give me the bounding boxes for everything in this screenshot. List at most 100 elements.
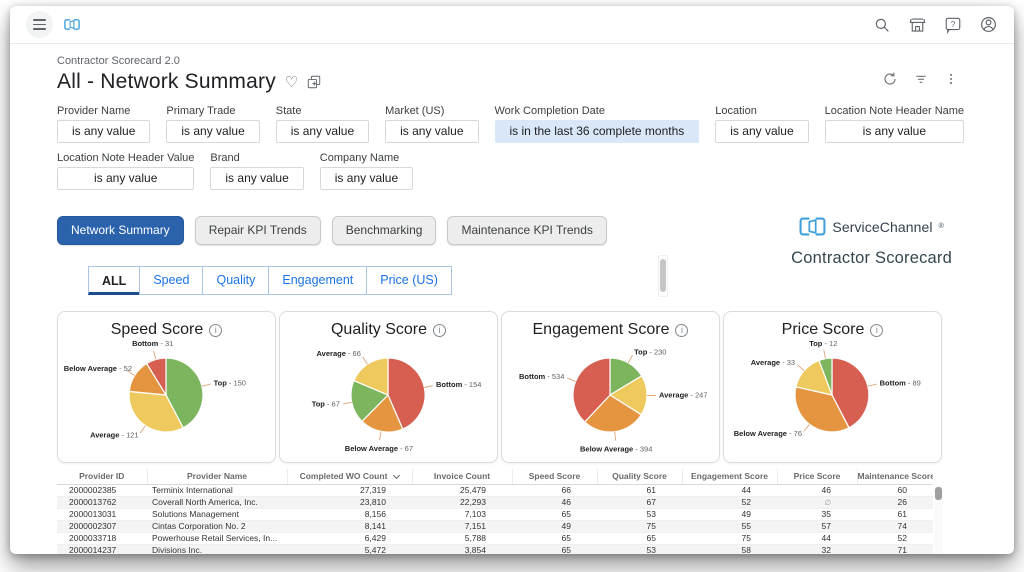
cell-quality-score[interactable]: 67 bbox=[597, 496, 682, 508]
cell-provider-id[interactable]: 2000013031 bbox=[57, 508, 147, 520]
cell-price-score[interactable]: 57 bbox=[777, 520, 857, 532]
column-header-completed-wo-count[interactable]: Completed WO Count bbox=[287, 469, 412, 484]
cell-provider-name[interactable]: Divisions Inc. bbox=[147, 544, 287, 554]
cell-engagement-score[interactable]: 75 bbox=[682, 532, 777, 544]
cell-speed-score[interactable]: 65 bbox=[512, 544, 597, 554]
help-icon[interactable]: ? bbox=[944, 16, 962, 34]
cell-speed-score[interactable]: 46 bbox=[512, 496, 597, 508]
cell-quality-score[interactable]: 75 bbox=[597, 520, 682, 532]
filter-value-market-us[interactable]: is any value bbox=[385, 120, 478, 143]
column-header-speed-score[interactable]: Speed Score bbox=[512, 469, 597, 484]
column-header-maintenance-score[interactable]: Maintenance Score bbox=[857, 469, 933, 484]
cell-completed-wo-count[interactable]: 27,319 bbox=[287, 484, 412, 496]
marketplace-icon[interactable] bbox=[908, 16, 927, 34]
cell-maintenance-score[interactable]: 26 bbox=[857, 496, 933, 508]
filters-toggle-icon[interactable] bbox=[913, 71, 929, 87]
info-icon[interactable]: i bbox=[870, 324, 883, 337]
cell-price-score[interactable]: ∅ bbox=[777, 496, 857, 508]
cell-price-score[interactable]: 32 bbox=[777, 544, 857, 554]
more-options-icon[interactable] bbox=[944, 71, 958, 87]
cell-engagement-score[interactable]: 52 bbox=[682, 496, 777, 508]
cell-quality-score[interactable]: 53 bbox=[597, 508, 682, 520]
cell-speed-score[interactable]: 65 bbox=[512, 532, 597, 544]
cell-price-score[interactable]: 35 bbox=[777, 508, 857, 520]
cell-invoice-count[interactable]: 7,103 bbox=[412, 508, 512, 520]
cell-engagement-score[interactable]: 55 bbox=[682, 520, 777, 532]
cell-maintenance-score[interactable]: 71 bbox=[857, 544, 933, 554]
cell-invoice-count[interactable]: 7,151 bbox=[412, 520, 512, 532]
cell-price-score[interactable]: 46 bbox=[777, 484, 857, 496]
cell-provider-id[interactable]: 2000002385 bbox=[57, 484, 147, 496]
nav-tab-repair-kpi-trends[interactable]: Repair KPI Trends bbox=[195, 216, 321, 245]
cell-engagement-score[interactable]: 44 bbox=[682, 484, 777, 496]
cell-invoice-count[interactable]: 22,293 bbox=[412, 496, 512, 508]
column-header-provider-id[interactable]: Provider ID bbox=[57, 469, 147, 484]
cell-engagement-score[interactable]: 49 bbox=[682, 508, 777, 520]
cell-completed-wo-count[interactable]: 5,472 bbox=[287, 544, 412, 554]
cell-maintenance-score[interactable]: 52 bbox=[857, 532, 933, 544]
info-icon[interactable]: i bbox=[433, 324, 446, 337]
favorite-heart-icon[interactable]: ♡ bbox=[285, 75, 298, 90]
servicechannel-mini-logo-icon[interactable] bbox=[64, 18, 80, 31]
breadcrumb[interactable]: Contractor Scorecard 2.0 bbox=[57, 55, 321, 67]
filter-value-provider-name[interactable]: is any value bbox=[57, 120, 150, 143]
cell-provider-name[interactable]: Coverall North America, Inc. bbox=[147, 496, 287, 508]
nav-tab-network-summary[interactable]: Network Summary bbox=[57, 216, 184, 245]
cell-invoice-count[interactable]: 3,854 bbox=[412, 544, 512, 554]
info-icon[interactable]: i bbox=[675, 324, 688, 337]
sub-tab-price-us[interactable]: Price (US) bbox=[366, 266, 452, 295]
cell-price-score[interactable]: 44 bbox=[777, 532, 857, 544]
table-scrollbar-thumb[interactable] bbox=[935, 487, 942, 500]
subtabs-scrollbar[interactable] bbox=[658, 255, 668, 297]
table-scrollbar[interactable] bbox=[934, 485, 943, 554]
filter-value-brand[interactable]: is any value bbox=[210, 167, 303, 190]
search-icon[interactable] bbox=[873, 16, 891, 34]
scrollbar-thumb[interactable] bbox=[660, 259, 666, 292]
cell-invoice-count[interactable]: 5,788 bbox=[412, 532, 512, 544]
column-header-provider-name[interactable]: Provider Name bbox=[147, 469, 287, 484]
cell-provider-id[interactable]: 2000014237 bbox=[57, 544, 147, 554]
nav-tab-benchmarking[interactable]: Benchmarking bbox=[332, 216, 437, 245]
filter-value-work-completion-date[interactable]: is in the last 36 complete months bbox=[495, 120, 700, 143]
cell-provider-name[interactable]: Solutions Management bbox=[147, 508, 287, 520]
sub-tab-quality[interactable]: Quality bbox=[202, 266, 269, 295]
column-header-quality-score[interactable]: Quality Score bbox=[597, 469, 682, 484]
cell-provider-name[interactable]: Terminix International bbox=[147, 484, 287, 496]
sub-tab-speed[interactable]: Speed bbox=[139, 266, 203, 295]
column-header-engagement-score[interactable]: Engagement Score bbox=[682, 469, 777, 484]
filter-value-state[interactable]: is any value bbox=[276, 120, 369, 143]
cell-completed-wo-count[interactable]: 6,429 bbox=[287, 532, 412, 544]
nav-tab-maintenance-kpi-trends[interactable]: Maintenance KPI Trends bbox=[447, 216, 606, 245]
sub-tab-engagement[interactable]: Engagement bbox=[268, 266, 367, 295]
cell-provider-id[interactable]: 2000002307 bbox=[57, 520, 147, 532]
cell-provider-id[interactable]: 2000013762 bbox=[57, 496, 147, 508]
cell-completed-wo-count[interactable]: 8,141 bbox=[287, 520, 412, 532]
cell-completed-wo-count[interactable]: 8,156 bbox=[287, 508, 412, 520]
menu-icon[interactable] bbox=[26, 11, 53, 38]
cell-provider-name[interactable]: Cintas Corporation No. 2 bbox=[147, 520, 287, 532]
column-header-invoice-count[interactable]: Invoice Count bbox=[412, 469, 512, 484]
filter-value-location[interactable]: is any value bbox=[715, 120, 808, 143]
filter-value-company-name[interactable]: is any value bbox=[320, 167, 413, 190]
info-icon[interactable]: i bbox=[209, 324, 222, 337]
cell-maintenance-score[interactable]: 60 bbox=[857, 484, 933, 496]
filter-value-location-note-header-value[interactable]: is any value bbox=[57, 167, 194, 190]
cell-provider-name[interactable]: Powerhouse Retail Services, In... bbox=[147, 532, 287, 544]
cell-quality-score[interactable]: 65 bbox=[597, 532, 682, 544]
sort-desc-icon[interactable] bbox=[393, 472, 400, 479]
filter-value-location-note-header-name[interactable]: is any value bbox=[825, 120, 964, 143]
cell-invoice-count[interactable]: 25,479 bbox=[412, 484, 512, 496]
cell-maintenance-score[interactable]: 74 bbox=[857, 520, 933, 532]
account-icon[interactable] bbox=[979, 15, 998, 34]
cell-speed-score[interactable]: 66 bbox=[512, 484, 597, 496]
cell-speed-score[interactable]: 49 bbox=[512, 520, 597, 532]
column-header-price-score[interactable]: Price Score bbox=[777, 469, 857, 484]
cell-maintenance-score[interactable]: 61 bbox=[857, 508, 933, 520]
cell-completed-wo-count[interactable]: 23,810 bbox=[287, 496, 412, 508]
cell-quality-score[interactable]: 61 bbox=[597, 484, 682, 496]
cell-engagement-score[interactable]: 58 bbox=[682, 544, 777, 554]
refresh-icon[interactable] bbox=[882, 71, 898, 87]
cell-quality-score[interactable]: 53 bbox=[597, 544, 682, 554]
move-to-board-icon[interactable] bbox=[307, 75, 321, 89]
sub-tab-all[interactable]: ALL bbox=[88, 266, 140, 295]
